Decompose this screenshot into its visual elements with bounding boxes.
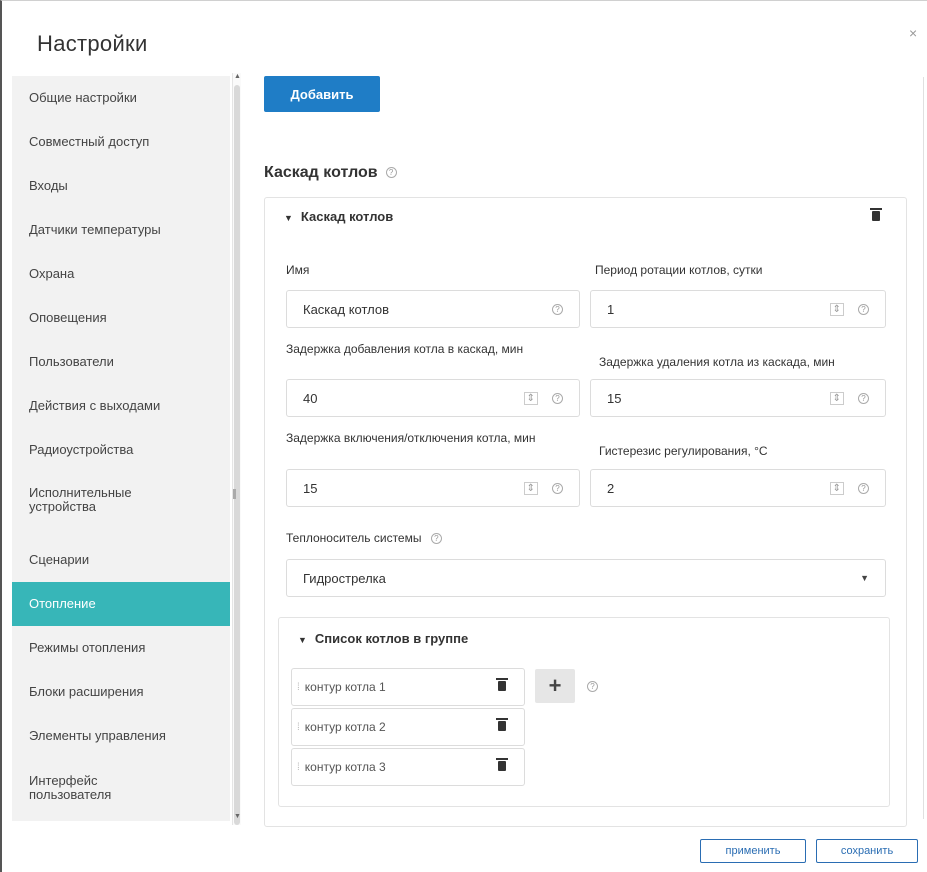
sidebar-item-controls[interactable]: Элементы управления [12,714,230,758]
scroll-grip [233,489,236,499]
spinner-icon[interactable]: ⇕ [829,302,844,316]
sidebar-item-temp-sensors[interactable]: Датчики температуры [12,208,230,252]
name-input[interactable]: Каскад котлов ? [286,290,580,328]
panel-header-text: Каскад котлов [300,209,394,224]
sidebar-item-heating[interactable]: Отопление [12,582,230,626]
sidebar-scrollbar[interactable]: ▲ ▼ [232,73,241,825]
help-icon[interactable]: ? [858,392,869,404]
sidebar-item-user-interface[interactable]: Интерфейс пользователя [12,760,142,816]
apply-button[interactable]: применить [700,839,806,863]
save-button[interactable]: сохранить [816,839,918,863]
add-button[interactable]: Добавить [264,76,380,112]
coolant-value: Гидрострелка [303,570,386,586]
onoff-delay-input[interactable]: 15 ⇕ ? [286,469,580,507]
coolant-label-text: Теплоноситель системы [286,531,422,545]
panel-header[interactable]: ▼ Каскад котлов [284,209,393,224]
remove-delay-value: 15 [607,390,622,406]
sidebar-item-scenarios[interactable]: Сценарии [12,538,230,582]
section-title-text: Каскад котлов [264,164,378,181]
hysteresis-label: Гистерезис регулирования, °С [599,444,768,458]
drag-handle-icon[interactable]: ⁞ [297,722,300,733]
sidebar: Общие настройки Совместный доступ Входы … [12,76,230,821]
scroll-up-icon[interactable]: ▲ [234,73,241,80]
coolant-label: Теплоноситель системы ? [286,531,442,545]
hysteresis-input[interactable]: 2 ⇕ ? [590,469,886,507]
sidebar-item-users[interactable]: Пользователи [12,340,230,384]
drag-handle-icon[interactable]: ⁞ [297,762,300,773]
spinner-icon[interactable]: ⇕ [829,481,844,495]
dropdown-arrow-icon: ▼ [860,573,869,583]
add-boiler-button[interactable]: + [535,669,575,703]
drag-handle-icon[interactable]: ⁞ [297,682,300,693]
sidebar-item-output-actions[interactable]: Действия с выходами [12,384,230,428]
scrollbar-thumb[interactable] [234,85,240,825]
settings-dialog: Настройки × Общие настройки Совместный д… [0,0,927,872]
add-delay-label: Задержка добавления котла в каскад, мин [286,342,524,356]
trash-icon [496,718,508,731]
help-icon[interactable]: ? [552,303,563,315]
caret-down-icon: ▼ [298,635,307,645]
sidebar-item-notifications[interactable]: Оповещения [12,296,230,340]
help-icon[interactable]: ? [587,681,598,692]
rotation-period-label: Период ротации котлов, сутки [595,263,763,277]
onoff-delay-value: 15 [303,480,318,496]
caret-down-icon: ▼ [284,213,293,223]
help-icon[interactable]: ? [430,533,442,545]
close-icon[interactable]: × [909,25,917,41]
help-icon[interactable]: ? [552,392,563,404]
trash-icon [496,758,508,771]
sidebar-item-actuators[interactable]: Исполнительные устройства [12,472,152,528]
rotation-period-value: 1 [607,301,615,317]
spinner-icon[interactable]: ⇕ [523,391,538,405]
delete-boiler-button[interactable] [496,678,508,694]
name-value: Каскад котлов [303,301,390,317]
delete-boiler-button[interactable] [496,758,508,774]
list-item[interactable]: ⁞ контур котла 3 [291,748,525,786]
name-label: Имя [286,263,310,277]
trash-icon [870,208,882,221]
remove-delay-label: Задержка удаления котла из каскада, мин [599,355,835,369]
sidebar-item-security[interactable]: Охрана [12,252,230,296]
sidebar-item-general[interactable]: Общие настройки [12,76,230,120]
sidebar-item-inputs[interactable]: Входы [12,164,230,208]
add-delay-input[interactable]: 40 ⇕ ? [286,379,580,417]
rotation-period-input[interactable]: 1 ⇕ ? [590,290,886,328]
sidebar-item-sharing[interactable]: Совместный доступ [12,120,230,164]
onoff-delay-label: Задержка включения/отключения котла, мин [286,431,536,445]
add-delay-value: 40 [303,390,318,406]
help-icon[interactable]: ? [858,303,869,315]
trash-icon [496,678,508,691]
boiler-group-header[interactable]: ▼ Список котлов в группе [298,631,468,646]
list-item[interactable]: ⁞ контур котла 2 [291,708,525,746]
spinner-icon[interactable]: ⇕ [829,391,844,405]
section-title: Каскад котлов? [264,164,397,182]
coolant-select[interactable]: Гидрострелка ▼ [286,559,886,597]
sidebar-item-heating-modes[interactable]: Режимы отопления [12,626,230,670]
dialog-title: Настройки [37,31,148,56]
boiler-group-header-text: Список котлов в группе [314,631,469,646]
list-item[interactable]: ⁞ контур котла 1 [291,668,525,706]
help-icon[interactable]: ? [385,167,397,179]
hysteresis-value: 2 [607,480,615,496]
boiler-name: контур котла 2 [304,720,386,734]
sidebar-item-expansion-blocks[interactable]: Блоки расширения [12,670,230,714]
help-icon[interactable]: ? [552,482,563,494]
scroll-down-icon[interactable]: ▼ [234,813,241,820]
boiler-name: контур котла 1 [304,680,386,694]
sidebar-item-radio-devices[interactable]: Радиоустройства [12,428,230,472]
delete-boiler-button[interactable] [496,718,508,734]
help-icon[interactable]: ? [858,482,869,494]
remove-delay-input[interactable]: 15 ⇕ ? [590,379,886,417]
delete-cascade-button[interactable] [870,208,882,224]
spinner-icon[interactable]: ⇕ [523,481,538,495]
boiler-name: контур котла 3 [304,760,386,774]
content-divider [923,77,924,819]
